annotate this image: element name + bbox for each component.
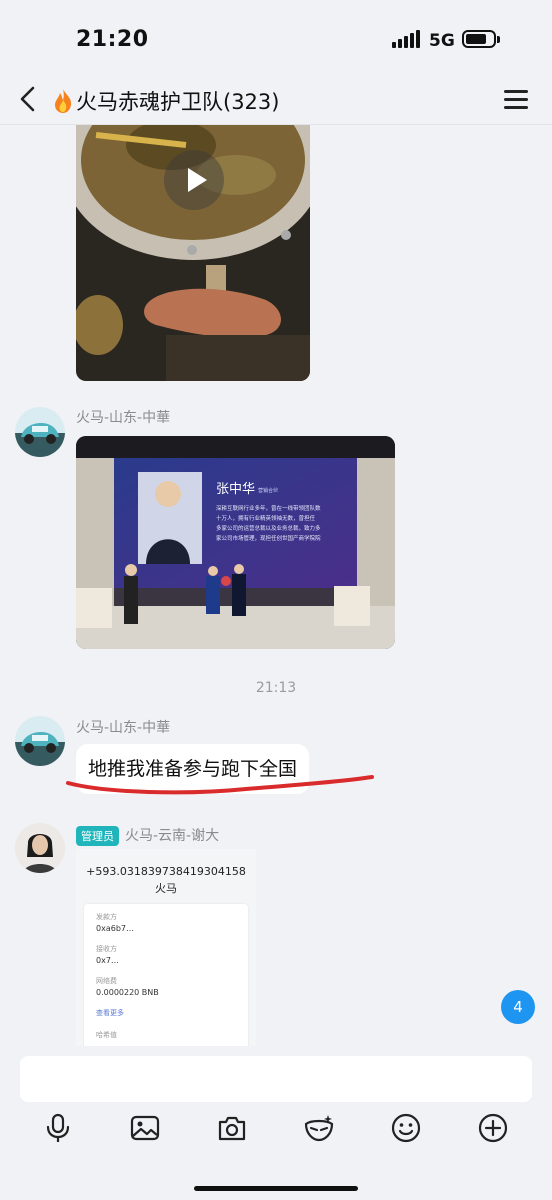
image-message[interactable]: +593.031839738419304158 火马 发款方 0xa6b7… 接…: [76, 849, 256, 1046]
status-time: 21:20: [76, 27, 149, 52]
mask-icon[interactable]: [303, 1112, 335, 1144]
play-icon: [188, 168, 207, 192]
card-row: 哈希值: [96, 1031, 117, 1039]
sender-name: 火马-云南-谢大: [125, 828, 220, 844]
play-button[interactable]: [164, 150, 224, 210]
sender-name: 火马-山东-中華: [76, 720, 171, 736]
avatar[interactable]: [15, 823, 65, 873]
wallet-label: 火马: [155, 882, 177, 895]
plus-icon[interactable]: [477, 1112, 509, 1144]
time-separator: 21:13: [255, 680, 297, 696]
car-avatar-image: [15, 716, 65, 766]
microphone-icon[interactable]: [42, 1112, 74, 1144]
photo-bio-line: 十万人，拥有行业精英领袖无数，曾担任: [216, 514, 316, 522]
event-stage-photo: 张中华 营销合伙 深耕互联网行业多年，曾在一线带领团队数 十万人，拥有行业精英领…: [76, 436, 395, 649]
photo-bio-line: 多家公司的运营总裁以及业务总裁，致力多: [216, 524, 321, 532]
unread-count-badge[interactable]: 4: [501, 990, 535, 1024]
wallet-address: +593.031839738419304158: [86, 865, 246, 878]
car-avatar-image: [15, 407, 65, 457]
input-bar: [0, 1046, 552, 1200]
status-bar: 21:20 5G: [0, 0, 552, 76]
card-row: 0.0000220 BNB: [96, 988, 159, 997]
card-row: 网络费: [96, 977, 117, 985]
chat-header: 火马赤魂护卫队(323): [0, 76, 552, 125]
group-title[interactable]: 火马赤魂护卫队(323): [52, 86, 279, 116]
avatar[interactable]: [15, 716, 65, 766]
video-message[interactable]: [76, 125, 310, 381]
battery-icon: [462, 30, 500, 48]
photo-name: 张中华: [216, 482, 255, 497]
network-type: 5G: [429, 31, 455, 51]
message-input[interactable]: [20, 1056, 532, 1102]
card-row: 查看更多: [96, 1009, 124, 1017]
photo-bio-line: 深耕互联网行业多年，曾在一线带领团队数: [216, 504, 321, 512]
camera-icon[interactable]: [216, 1112, 248, 1144]
card-row: 发款方: [96, 913, 117, 921]
photo-title: 营销合伙: [258, 487, 278, 494]
photo-bio-line: 家公司市场管理，现担任创世国产商学院院: [216, 534, 321, 542]
back-arrow-icon[interactable]: [14, 84, 44, 114]
fire-icon: [55, 89, 72, 113]
image-message[interactable]: 张中华 营销合伙 深耕互联网行业多年，曾在一线带领团队数 十万人，拥有行业精英领…: [76, 436, 395, 649]
transaction-card: 发款方 0xa6b7… 接收方 0x7… 网络费 0.0000220 BNB 查…: [84, 904, 248, 1046]
image-icon[interactable]: [129, 1112, 161, 1144]
avatar[interactable]: [15, 407, 65, 457]
card-row: 0x7…: [96, 956, 119, 965]
signal-icon: [392, 30, 420, 48]
group-title-text: 火马赤魂护卫队(323): [76, 90, 280, 114]
card-row: 0xa6b7…: [96, 924, 134, 933]
chat-messages[interactable]: 火马-山东-中華 张中华 营销合伙 深耕互联网行业多年，曾在一线带领团队数 十万…: [0, 125, 552, 1046]
admin-badge: 管理员: [76, 826, 119, 846]
emoji-icon[interactable]: [390, 1112, 422, 1144]
menu-icon[interactable]: [504, 88, 530, 110]
home-indicator: [194, 1186, 358, 1191]
sender-name: 火马-山东-中華: [76, 410, 171, 426]
woman-avatar-image: [15, 823, 65, 873]
red-underline-annotation: [66, 775, 374, 795]
card-row: 接收方: [96, 945, 117, 953]
